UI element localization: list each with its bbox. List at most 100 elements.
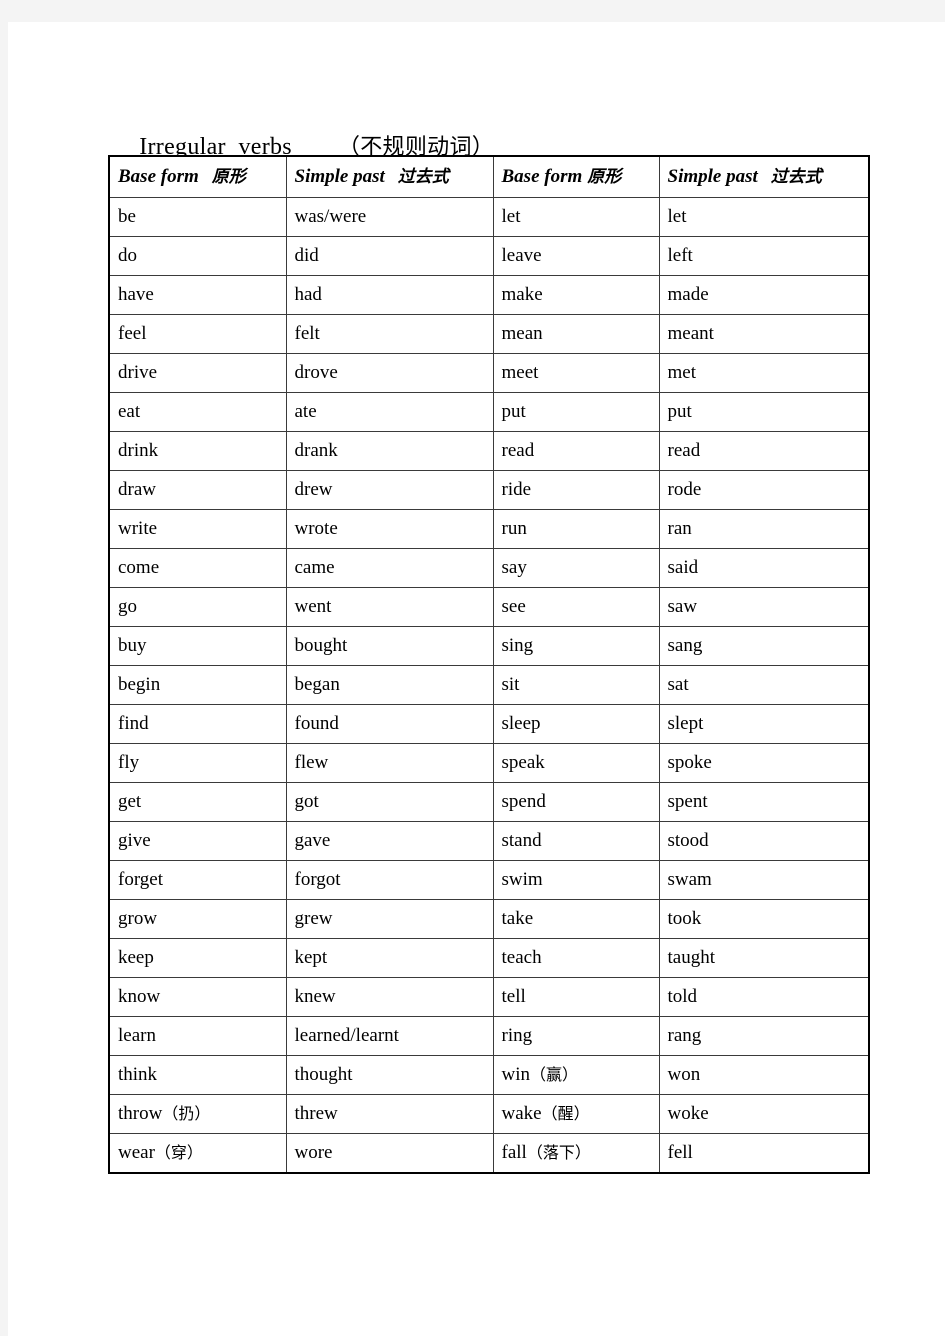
cell-base-form-left: find	[108, 704, 287, 744]
cell-simple-past-left: found	[285, 704, 494, 744]
verb-word: ate	[294, 401, 317, 422]
cell-simple-past-left: ate	[285, 392, 494, 432]
verb-word: left	[667, 245, 693, 266]
verb-word: read	[501, 440, 535, 461]
verb-word: come	[118, 557, 160, 578]
verb-gloss-chinese: （扔）	[162, 1104, 211, 1123]
cell-simple-past-right: made	[658, 275, 870, 315]
cell-base-form-left: think	[108, 1055, 287, 1095]
column-header-english: Base form	[118, 166, 199, 187]
table-row: keep kept teach taught	[108, 938, 870, 978]
verb-word: mean	[501, 323, 543, 344]
cell-simple-past-right: taught	[658, 938, 870, 978]
verb-word: let	[667, 206, 687, 227]
verb-word: stand	[501, 830, 542, 851]
verb-word: give	[118, 830, 151, 851]
cell-simple-past-right: fell	[658, 1133, 870, 1173]
table-row: begin began sit sat	[108, 665, 870, 705]
cell-base-form-right: see	[492, 587, 660, 627]
verb-word: buy	[118, 635, 147, 656]
verb-word: grew	[294, 908, 333, 929]
cell-simple-past-right: took	[658, 899, 870, 939]
cell-simple-past-right: met	[658, 353, 870, 393]
table-row: write wrote run ran	[108, 509, 870, 549]
verb-word: won	[667, 1064, 701, 1085]
table-row: come came say said	[108, 548, 870, 588]
cell-simple-past-left: drank	[285, 431, 494, 471]
cell-base-form-left: throw（扔）	[108, 1094, 287, 1134]
cell-base-form-left: learn	[108, 1016, 287, 1056]
verb-word: felt	[294, 323, 320, 344]
verb-word: throw	[118, 1103, 163, 1124]
cell-base-form-right: say	[492, 548, 660, 588]
cell-base-form-left: go	[108, 587, 287, 627]
column-header-english: Simple past	[294, 166, 385, 187]
verb-word: told	[667, 986, 698, 1007]
table-header: Base form 原形 Simple past 过去式 Base form 原形 S…	[108, 155, 870, 198]
verb-word: rode	[667, 479, 702, 500]
verb-word: ring	[501, 1025, 533, 1046]
cell-simple-past-right: spoke	[658, 743, 870, 783]
cell-base-form-right: make	[492, 275, 660, 315]
verb-word: found	[294, 713, 339, 734]
cell-simple-past-left: did	[285, 236, 494, 276]
table-row: give gave stand stood	[108, 821, 870, 861]
cell-base-form-left: grow	[108, 899, 287, 939]
cell-simple-past-right: put	[658, 392, 870, 432]
verb-word: ride	[501, 479, 532, 500]
table-row: know knew tell told	[108, 977, 870, 1017]
verb-word: stood	[667, 830, 709, 851]
verb-word: know	[118, 986, 161, 1007]
cell-base-form-left: drink	[108, 431, 287, 471]
verb-word: sing	[501, 635, 534, 656]
verb-word: sleep	[501, 713, 541, 734]
verb-word: drive	[118, 362, 158, 383]
cell-base-form-left: give	[108, 821, 287, 861]
table-row: throw（扔） threw wake（醒） woke	[108, 1094, 870, 1134]
cell-base-form-right: fall（落下）	[492, 1133, 660, 1173]
cell-base-form-right: let	[492, 197, 660, 237]
verb-word: swim	[501, 869, 543, 890]
cell-base-form-left: be	[108, 197, 287, 237]
cell-base-form-left: keep	[108, 938, 287, 978]
cell-simple-past-left: knew	[285, 977, 494, 1017]
verb-word: wrote	[294, 518, 338, 539]
table-row: have had make made	[108, 275, 870, 315]
column-header-chinese: 过去式	[770, 167, 822, 187]
verb-word: thought	[294, 1064, 353, 1085]
verb-word: forgot	[294, 869, 341, 890]
verb-word: let	[501, 206, 521, 227]
verb-word: do	[118, 245, 137, 266]
verb-word: did	[294, 245, 319, 266]
verb-word: meet	[501, 362, 539, 383]
verb-word: grow	[118, 908, 158, 929]
verb-word: feel	[118, 323, 147, 344]
cell-base-form-left: eat	[108, 392, 287, 432]
table-body: be was/were let let do did leave left have had mak…	[108, 197, 870, 1173]
cell-base-form-right: speak	[492, 743, 660, 783]
irregular-verbs-table: Base form 原形 Simple past 过去式 Base form 原形 S…	[108, 155, 870, 1174]
cell-base-form-left: wear（穿）	[108, 1133, 287, 1173]
cell-simple-past-left: felt	[285, 314, 494, 354]
cell-base-form-right: meet	[492, 353, 660, 393]
verb-word: went	[294, 596, 332, 617]
cell-simple-past-right: told	[658, 977, 870, 1017]
cell-base-form-right: take	[492, 899, 660, 939]
verb-word: gave	[294, 830, 331, 851]
table-row: forget forgot swim swam	[108, 860, 870, 900]
verb-word: sang	[667, 635, 703, 656]
verb-gloss-chinese: （赢）	[530, 1065, 579, 1084]
cell-simple-past-left: wore	[285, 1133, 494, 1173]
cell-simple-past-right: woke	[658, 1094, 870, 1134]
column-header-english: Simple past	[667, 166, 758, 187]
verb-word: had	[294, 284, 322, 305]
verb-word: put	[501, 401, 526, 422]
table-row: do did leave left	[108, 236, 870, 276]
cell-base-form-right: tell	[492, 977, 660, 1017]
table-row: drive drove meet met	[108, 353, 870, 393]
column-header-base-form-left: Base form 原形	[108, 155, 287, 198]
verb-word: took	[667, 908, 702, 929]
verb-word: swam	[667, 869, 712, 890]
verb-word: woke	[667, 1103, 709, 1124]
cell-simple-past-left: drove	[285, 353, 494, 393]
